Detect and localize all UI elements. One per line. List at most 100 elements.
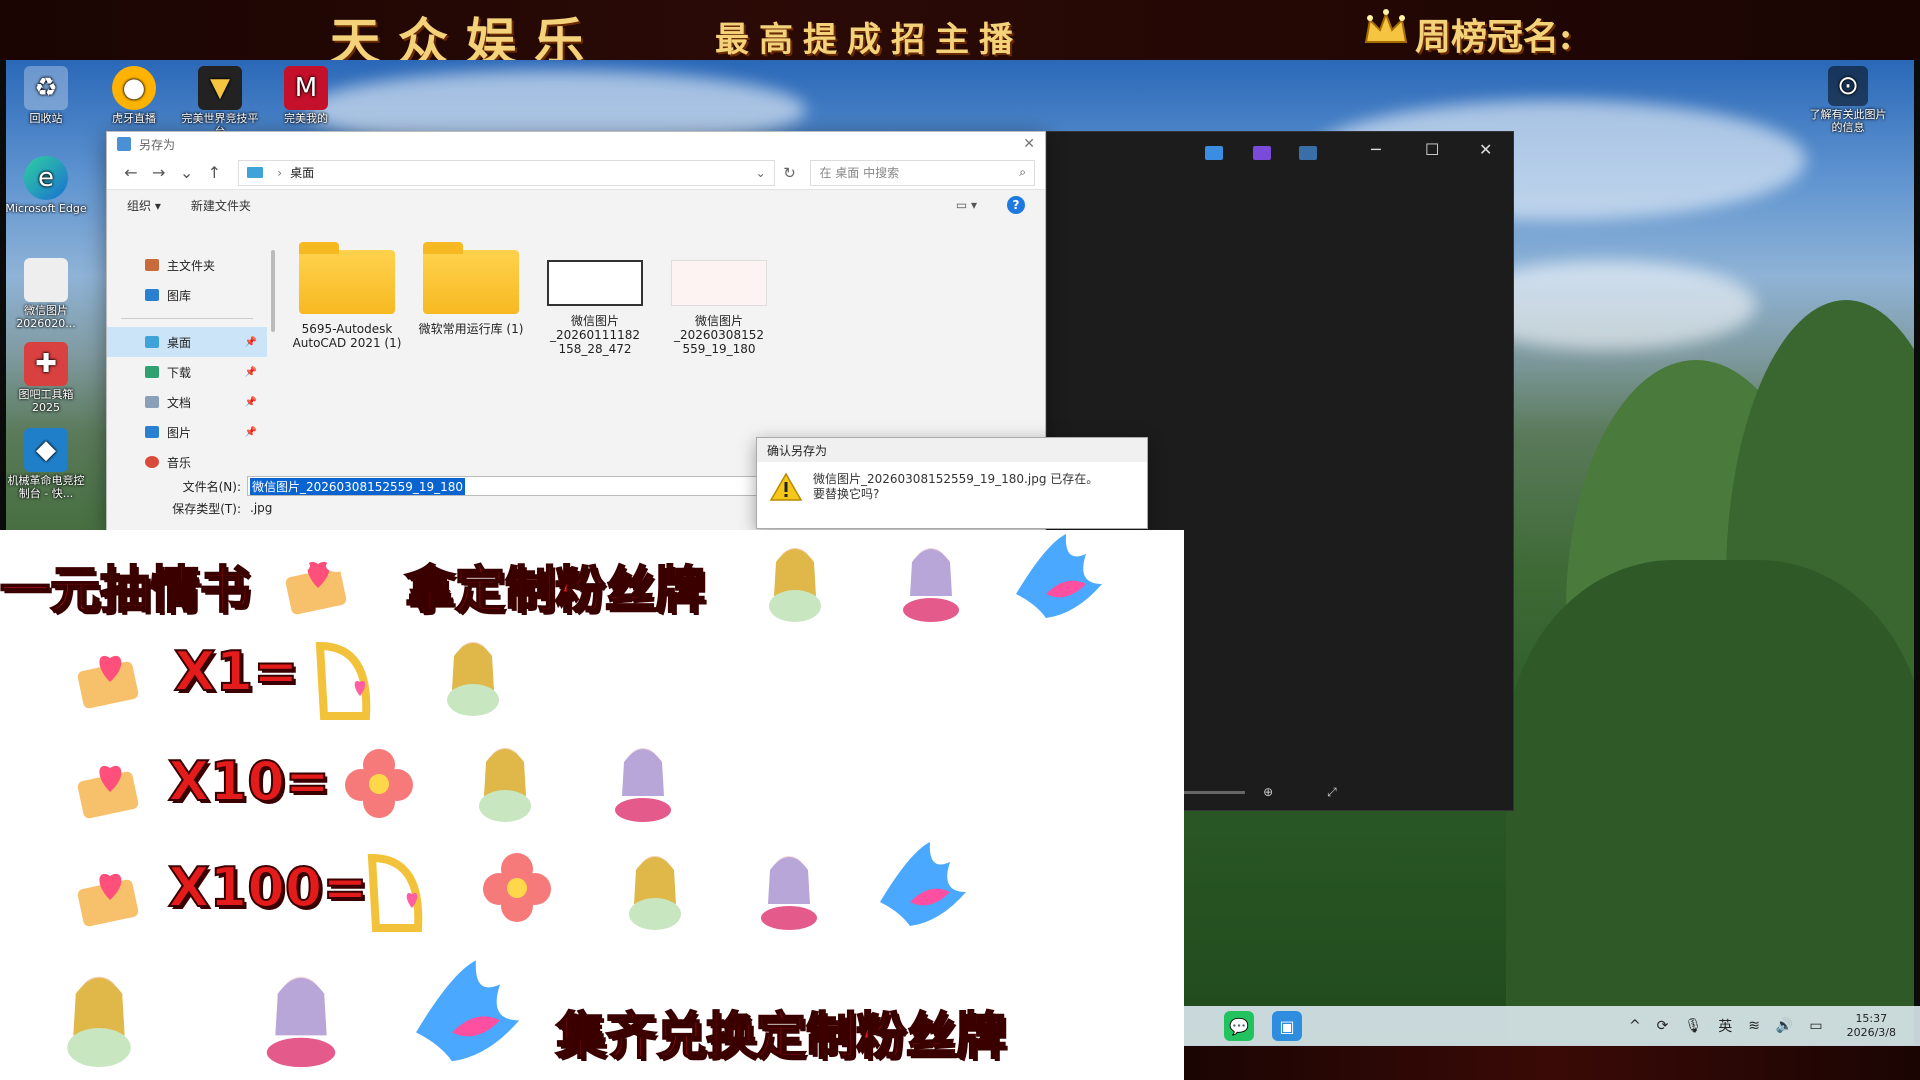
sidebar-item-desktop[interactable]: 桌面 📌 — [107, 327, 267, 357]
phoenix-icon — [416, 960, 520, 1062]
file-name: 微信图片 _20260111182 158_28_472 — [550, 314, 640, 356]
desktop-icon-info[interactable]: ⊙ 了解有关此图片的信息 — [1806, 66, 1890, 134]
minimize-button[interactable]: ─ — [1371, 140, 1381, 159]
organize-button[interactable]: 组织 ▾ — [127, 197, 161, 214]
desktop-icon-control-center[interactable]: ◆ 机械革命电竞控制台 - 快... — [6, 428, 88, 500]
file-item[interactable]: 5695-Autodesk AutoCAD 2021 (1) — [292, 242, 402, 350]
system-tray: ^ ⟳ 🎙 英 ≋ 🔊 ▭ — [1613, 1016, 1823, 1036]
confirm-title: 确认另存为 — [757, 438, 1147, 462]
sync-icon[interactable]: ⟳ — [1657, 1018, 1669, 1034]
harp-icon — [315, 641, 371, 720]
photo-edit-icon[interactable] — [1205, 146, 1223, 160]
perfect-world-icon: ▼ — [198, 66, 242, 110]
search-placeholder: 在 桌面 中搜索 — [819, 166, 900, 180]
info-camera-icon: ⊙ — [1828, 66, 1868, 106]
filename-row: 文件名(N): 微信图片_20260308152559_19_180 — [107, 476, 767, 496]
download-icon — [145, 366, 159, 378]
help-icon[interactable]: ? — [1007, 196, 1025, 214]
desktop-icon-toolbox[interactable]: ✚ 图吧工具箱 2025 — [6, 342, 88, 414]
sidebar-item-home[interactable]: 主文件夹 — [107, 250, 267, 280]
sidebar-item-downloads[interactable]: 下载 📌 — [107, 357, 267, 387]
wifi-icon[interactable]: ≋ — [1748, 1018, 1760, 1034]
rose-girl-icon — [903, 548, 959, 622]
up-arrow-icon[interactable]: ↑ — [200, 163, 228, 182]
crown-icon — [1364, 9, 1408, 43]
zoom-in-icon[interactable]: ⊕ — [1263, 785, 1273, 799]
gallery-icon — [145, 289, 159, 301]
view-options-icon[interactable]: ▭ ▾ — [956, 198, 977, 212]
sidebar-divider — [121, 318, 253, 319]
app-icon: M — [284, 66, 328, 110]
clipchamp-icon[interactable] — [1253, 146, 1271, 160]
promo-headline-right: 拿定制粉丝牌 — [404, 560, 706, 620]
filetype-label: 保存类型(T): — [172, 501, 241, 516]
stream-bottom-strip — [1184, 1046, 1920, 1080]
banner-right-title: 周榜冠名: — [1415, 16, 1573, 58]
sidebar-item-documents[interactable]: 文档 📌 — [107, 387, 267, 417]
desktop-icon-recycle-bin[interactable]: ♻ 回收站 — [6, 66, 88, 125]
dialog-title: 另存为 — [139, 137, 176, 152]
search-input[interactable]: 在 桌面 中搜索 ⌕ — [810, 159, 1036, 186]
filetype-select[interactable]: .jpg — [247, 498, 767, 518]
pin-icon[interactable]: 📌 — [245, 427, 257, 438]
desktop-icon-huya[interactable]: ● 虎牙直播 — [92, 66, 176, 125]
pictures-icon — [145, 426, 159, 438]
tray-overflow-chevron-icon[interactable]: ^ — [1629, 1018, 1641, 1034]
clock[interactable]: 15:37 2026/3/8 — [1847, 1012, 1896, 1040]
forward-arrow-icon[interactable]: → — [145, 163, 173, 182]
control-center-icon: ◆ — [24, 428, 68, 472]
edge-icon: e — [24, 156, 68, 200]
promo-footer: 集齐兑换定制粉丝牌 — [555, 1006, 1007, 1066]
pin-icon[interactable]: 📌 — [245, 337, 257, 348]
fullscreen-icon[interactable]: ⤢ — [1327, 785, 1337, 800]
close-icon[interactable]: ✕ — [1023, 136, 1035, 152]
desktop-icon-label: 完美我的 — [284, 112, 328, 125]
promo-headline-left: 一元抽情书 — [0, 560, 251, 620]
phoenix-icon — [1016, 534, 1102, 618]
music-icon — [145, 456, 159, 468]
desktop-icon-perfect-world[interactable]: ▼ 完美世界竞技平台 — [178, 66, 262, 138]
address-bar[interactable]: › 桌面 ⌄ — [238, 159, 775, 186]
navigation-pane: 主文件夹 图库 桌面 📌 下载 📌 文档 📌 图片 📌 音乐 — [107, 250, 267, 470]
volume-icon[interactable]: 🔊 — [1776, 1018, 1793, 1034]
taskbar-app-wechat[interactable]: 💬 — [1224, 1011, 1254, 1041]
search-icon: ⌕ — [1019, 165, 1027, 179]
chevron-down-icon[interactable]: ⌄ — [756, 166, 766, 180]
pin-icon[interactable]: 📌 — [245, 397, 257, 408]
pin-icon[interactable]: 📌 — [245, 367, 257, 378]
confirm-save-dialog: 确认另存为 微信图片_20260308152559_19_180.jpg 已存在… — [756, 437, 1148, 529]
maximize-button[interactable]: ☐ — [1425, 140, 1439, 159]
sidebar-scrollbar[interactable] — [271, 250, 275, 332]
file-item[interactable]: 微信图片 _20260308152 559_19_180 — [664, 250, 774, 356]
battery-icon[interactable]: ▭ — [1809, 1018, 1822, 1034]
desktop-icon-label: 回收站 — [29, 112, 63, 125]
taskbar-app-photos[interactable]: ▣ — [1272, 1011, 1302, 1041]
back-arrow-icon[interactable]: ← — [117, 163, 145, 182]
onedrive-icon[interactable] — [1299, 146, 1317, 160]
huya-icon: ● — [112, 66, 156, 110]
sidebar-item-pictures[interactable]: 图片 📌 — [107, 417, 267, 447]
desktop-icon-label: 微信图片 2026020... — [16, 304, 76, 330]
file-item[interactable]: 微软常用运行库 (1) — [416, 242, 526, 336]
desktop-icon-image[interactable]: 微信图片 2026020... — [6, 258, 88, 330]
sidebar-item-label: 音乐 — [167, 455, 192, 470]
ime-indicator[interactable]: 英 — [1718, 1016, 1732, 1036]
file-item[interactable]: 微信图片 _20260111182 158_28_472 — [540, 250, 650, 356]
microphone-icon[interactable]: 🎙 — [1684, 1018, 1702, 1034]
close-button[interactable]: ✕ — [1479, 140, 1492, 159]
recent-chevron-icon[interactable]: ⌄ — [173, 163, 201, 182]
desktop-icon-app[interactable]: M 完美我的 — [264, 66, 348, 125]
folder-icon — [299, 242, 395, 314]
filename-field[interactable]: 微信图片_20260308152559_19_180 — [247, 476, 767, 496]
new-folder-button[interactable]: 新建文件夹 — [191, 197, 251, 214]
sidebar-item-gallery[interactable]: 图库 — [107, 280, 267, 310]
promo-overlay: 一元抽情书 拿定制粉丝牌 X1= X10= X100= 集齐兑换定制粉丝牌 — [0, 530, 1184, 1080]
sidebar-item-label: 主文件夹 — [167, 258, 216, 273]
rose-girl-icon — [615, 748, 671, 822]
fairy-girl-icon — [769, 548, 821, 622]
document-icon — [145, 396, 159, 408]
refresh-icon[interactable]: ↻ — [775, 164, 805, 182]
sidebar-item-label: 图库 — [167, 288, 192, 303]
desktop-icon-edge[interactable]: e Microsoft Edge — [6, 156, 88, 215]
stream-banner: 天众娱乐 最高提成招主播 周榜冠名: — [0, 0, 1920, 71]
